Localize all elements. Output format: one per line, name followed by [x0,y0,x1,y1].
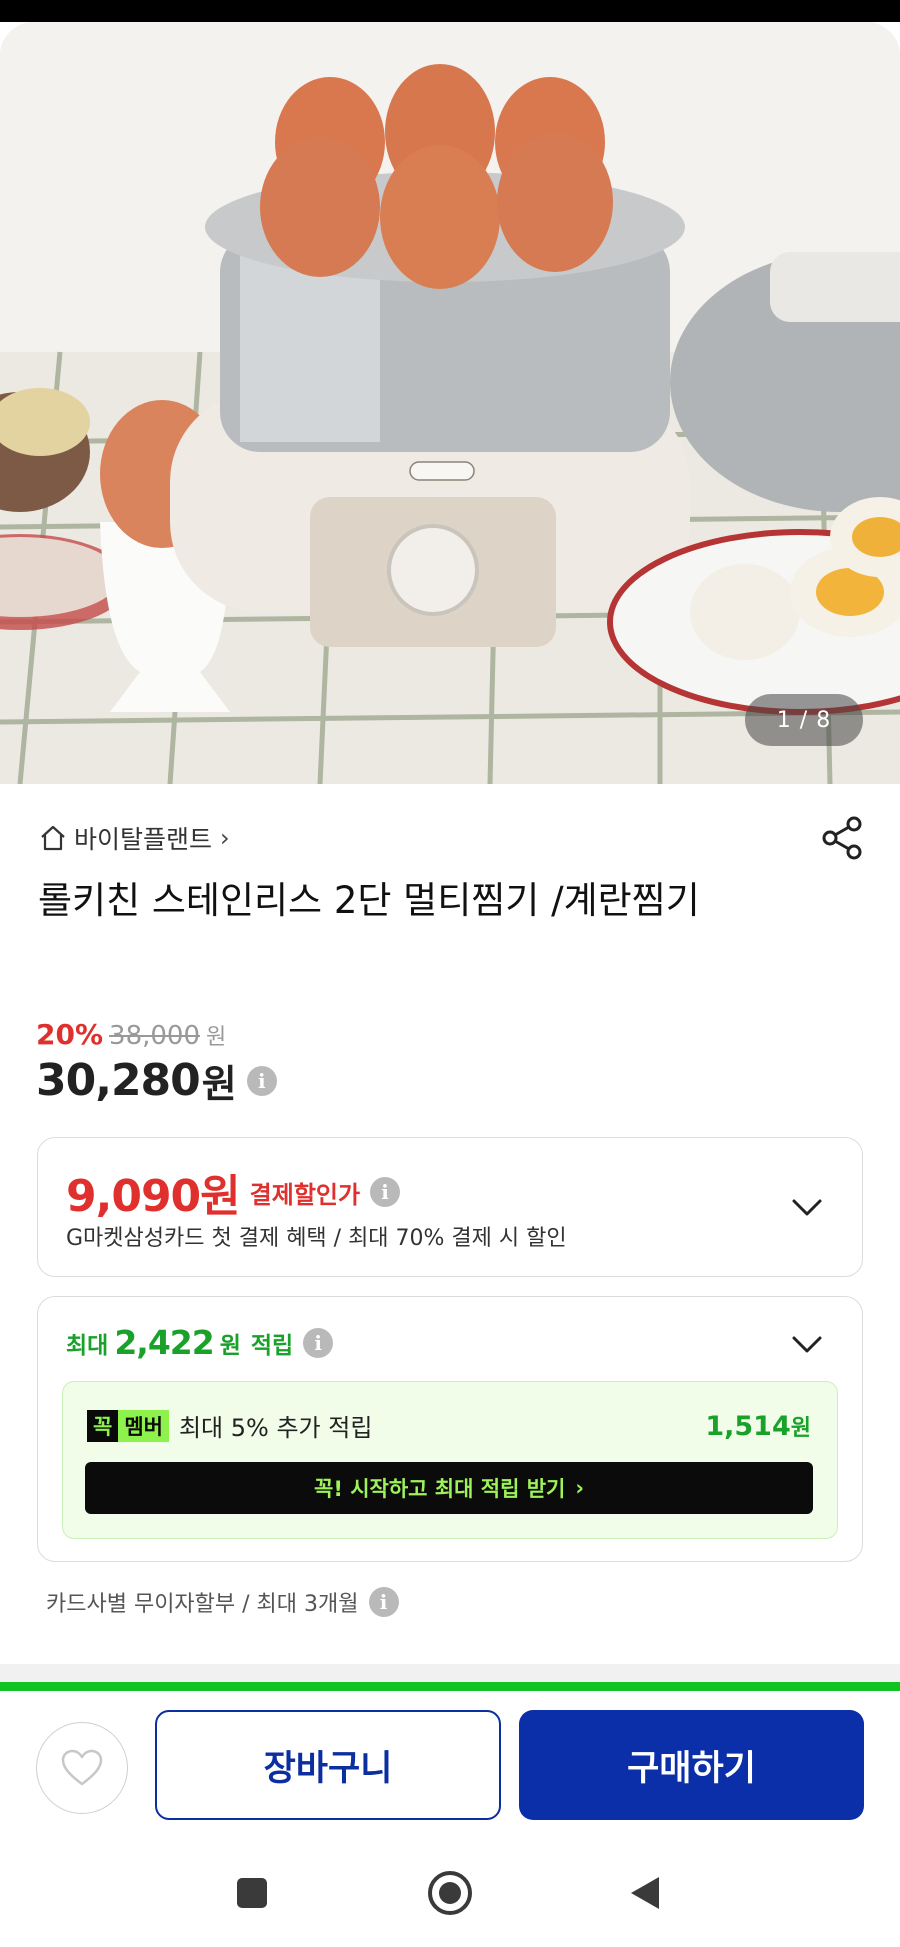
points-prefix: 최대 [66,1332,109,1359]
points-unit: 원 [219,1332,241,1359]
member-benefit-box: 꼭 멤버 최대 5% 추가 적립 1,514원 꼭! 시작하고 최대 적립 받기… [62,1381,838,1539]
payment-discount-card[interactable]: 9,090원 결제할인가 i G마켓삼성카드 첫 결제 혜택 / 최대 70% … [37,1137,863,1277]
points-amount: 2,422 [114,1323,214,1362]
store-link[interactable]: 바이탈플랜트 › [38,818,230,858]
points-suffix: 적립 [250,1332,294,1359]
accent-divider [0,1682,900,1691]
member-amount: 1,514원 [705,1410,811,1442]
original-price: 38,000 [109,1021,201,1051]
add-to-cart-button[interactable]: 장바구니 [155,1710,501,1820]
payment-discount-description: G마켓삼성카드 첫 결제 혜택 / 최대 70% 결제 시 할인 [66,1226,567,1251]
member-amount-unit: 원 [790,1416,811,1441]
home-icon [41,825,65,851]
chevron-down-icon[interactable] [790,1190,824,1224]
recent-apps-button[interactable] [222,1863,282,1923]
member-text: 최대 5% 추가 적립 [178,1414,373,1442]
sale-price-unit: 원 [201,1062,237,1106]
info-icon[interactable]: i [368,1587,399,1617]
installment-info: 카드사별 무이자할부 / 최대 3개월 i [46,1586,399,1618]
installment-text: 카드사별 무이자할부 / 최대 3개월 [46,1592,359,1617]
member-cta-button[interactable]: 꼭! 시작하고 최대 적립 받기 › [85,1462,813,1514]
payment-discount-label: 결제할인가 [249,1180,361,1209]
section-divider [0,1664,900,1682]
buy-now-button[interactable]: 구매하기 [519,1710,864,1820]
product-photo [0,22,900,784]
sale-price-line: 30,280 원 i [36,1053,277,1108]
chevron-right-icon: › [575,1476,584,1500]
member-cta-label: 꼭! 시작하고 최대 적립 받기 [314,1477,566,1501]
purchase-action-bar: 장바구니 구매하기 [0,1691,900,1841]
info-icon[interactable]: i [246,1065,277,1096]
back-triangle-icon [631,1877,659,1909]
original-price-unit: 원 [206,1025,227,1050]
member-badge: 꼭 멤버 [87,1409,169,1442]
home-button[interactable] [420,1863,480,1923]
share-icon [822,816,862,860]
circle-home-icon [428,1871,472,1915]
store-name: 바이탈플랜트 [74,825,213,854]
back-button[interactable] [615,1863,675,1923]
chevron-right-icon: › [220,824,230,852]
points-line: 최대 2,422 원 적립 i [66,1323,334,1362]
discount-rate: 20% [36,1018,104,1051]
payment-discount-line: 9,090원 결제할인가 i [66,1160,401,1224]
product-image-carousel[interactable]: 1 / 8 [0,22,900,784]
info-icon[interactable]: i [370,1177,401,1207]
info-icon[interactable]: i [303,1327,334,1358]
member-badge-b: 멤버 [118,1409,169,1442]
points-card[interactable]: 최대 2,422 원 적립 i 꼭 멤버 최대 5% 추가 적립 1,514원 … [37,1296,863,1562]
member-line: 꼭 멤버 최대 5% 추가 적립 [87,1408,372,1443]
payment-discount-amount: 9,090원 [66,1171,241,1222]
member-badge-a: 꼭 [87,1409,119,1442]
member-amount-value: 1,514 [705,1411,791,1442]
sale-price: 30,280 [36,1055,201,1106]
product-title: 롤키친 스테인리스 2단 멀티찜기 /계란찜기 [38,879,700,922]
wishlist-button[interactable] [36,1722,128,1814]
heart-icon [61,1749,103,1786]
chevron-down-icon[interactable] [790,1327,824,1361]
share-button[interactable] [818,814,866,862]
price-block: 20% 38,000 원 30,280 원 i [36,1018,277,1108]
discount-line: 20% 38,000 원 [36,1018,277,1051]
image-page-indicator: 1 / 8 [745,694,863,746]
system-navigation-bar [0,1841,900,1947]
status-bar [0,0,900,22]
square-icon [237,1878,267,1908]
